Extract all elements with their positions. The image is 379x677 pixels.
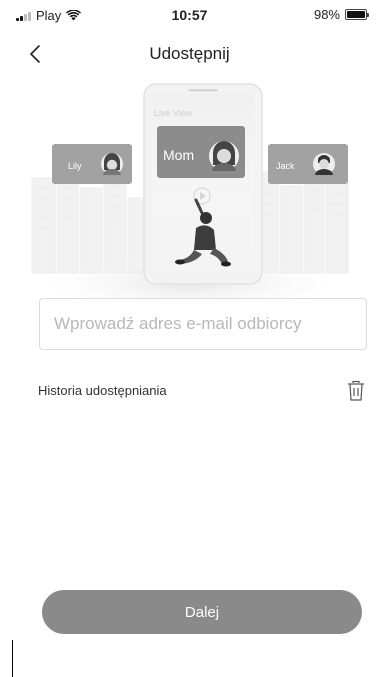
share-illustration: Live View Lily Jack Mom: [31, 83, 349, 303]
history-label: Historia udostępniania: [38, 383, 167, 398]
live-view-label: Live View: [154, 108, 193, 118]
contact-card-mom: Mom: [157, 126, 245, 178]
contact-card-jack: Jack: [268, 144, 348, 184]
status-bar-right: 98%: [313, 7, 369, 22]
status-bar: Play 10:57 98%: [0, 0, 379, 30]
history-row: Historia udostępniania: [38, 380, 368, 404]
battery-percent: 98%: [313, 7, 340, 22]
next-button[interactable]: Dalej: [42, 590, 362, 634]
contact-name: Lily: [68, 161, 82, 171]
avatar: [209, 141, 239, 171]
contact-card-lily: Lily: [52, 144, 132, 184]
clear-history-button[interactable]: [346, 380, 366, 402]
phone-graphic: Live View: [143, 83, 263, 285]
contact-name: Jack: [276, 161, 295, 171]
frame-edge: [12, 640, 13, 677]
email-input[interactable]: [39, 298, 367, 350]
battery-level: [347, 11, 365, 18]
avatar: [313, 153, 335, 175]
page-title: Udostępnij: [149, 44, 230, 63]
contact-name: Mom: [163, 147, 194, 163]
avatar: [101, 153, 123, 175]
battery-icon: [345, 9, 369, 20]
nav-bar: Udostępnij: [0, 34, 379, 74]
trash-icon: [348, 380, 364, 401]
